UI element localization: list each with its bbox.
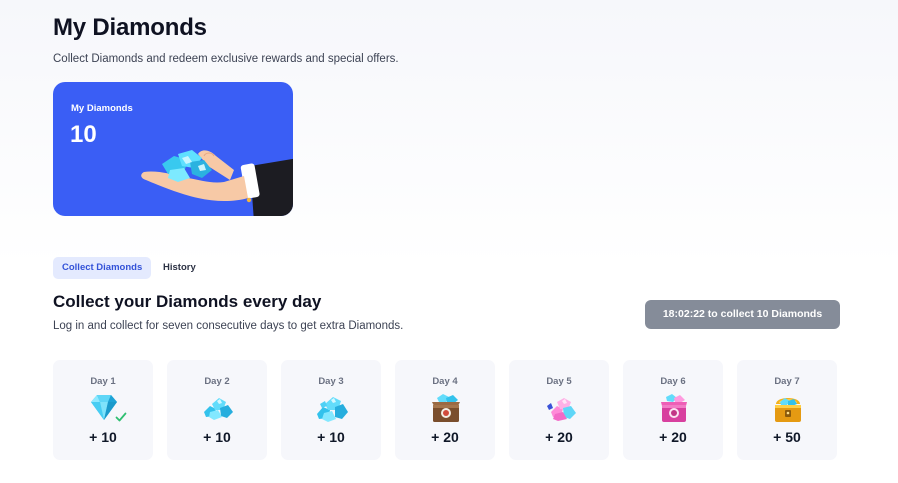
day-label: Day 6 [660,376,686,387]
day-card-2[interactable]: Day 2 + 10 [167,360,267,460]
day-card-5[interactable]: Day 5 + 20 [509,360,609,460]
day-label: Day 7 [774,376,800,387]
diamond-crate-icon [432,394,460,422]
day-label: Day 3 [318,376,344,387]
diamond-pile-icon [317,397,348,422]
pink-diamond-pile-icon [547,398,576,421]
pink-diamond-box-icon [661,394,687,422]
treasure-chest-icon [775,398,801,422]
hand-holding-diamonds-icon [141,150,293,216]
balance-label: My Diamonds [71,103,133,114]
day-reward-amount: + 20 [545,429,573,445]
day-label: Day 4 [432,376,458,387]
diamond-balance-card: My Diamonds 10 [53,82,293,216]
day-reward-amount: + 10 [89,429,117,445]
section-title: Collect your Diamonds every day [53,292,322,311]
day-reward-amount: + 50 [773,429,801,445]
day-card-7[interactable]: Day 7 + 50 [737,360,837,460]
day-label: Day 5 [546,376,572,387]
balance-value: 10 [70,121,97,148]
diamond-pile-icon [204,398,233,420]
daily-rewards-row: Day 1 + 10 Day 2 + 10 Day 3 + 10 Day 4 +… [53,360,843,460]
tab-history[interactable]: History [154,257,205,279]
day-label: Day 2 [204,376,230,387]
day-label: Day 1 [90,376,116,387]
day-card-1[interactable]: Day 1 + 10 [53,360,153,460]
collect-countdown-button[interactable]: 18:02:22 to collect 10 Diamonds [645,300,840,329]
tab-collect-diamonds[interactable]: Collect Diamonds [53,257,152,279]
day-reward-amount: + 10 [317,429,345,445]
day-card-3[interactable]: Day 3 + 10 [281,360,381,460]
page: My Diamonds Collect Diamonds and redeem … [0,0,898,483]
checkmark-icon [115,412,127,422]
day-card-4[interactable]: Day 4 + 20 [395,360,495,460]
day-reward-amount: + 20 [431,429,459,445]
page-title: My Diamonds [53,14,207,41]
day-card-6[interactable]: Day 6 + 20 [623,360,723,460]
day-reward-amount: + 20 [659,429,687,445]
page-subtitle: Collect Diamonds and redeem exclusive re… [53,53,399,65]
day-reward-amount: + 10 [203,429,231,445]
section-subtitle: Log in and collect for seven consecutive… [53,320,404,332]
